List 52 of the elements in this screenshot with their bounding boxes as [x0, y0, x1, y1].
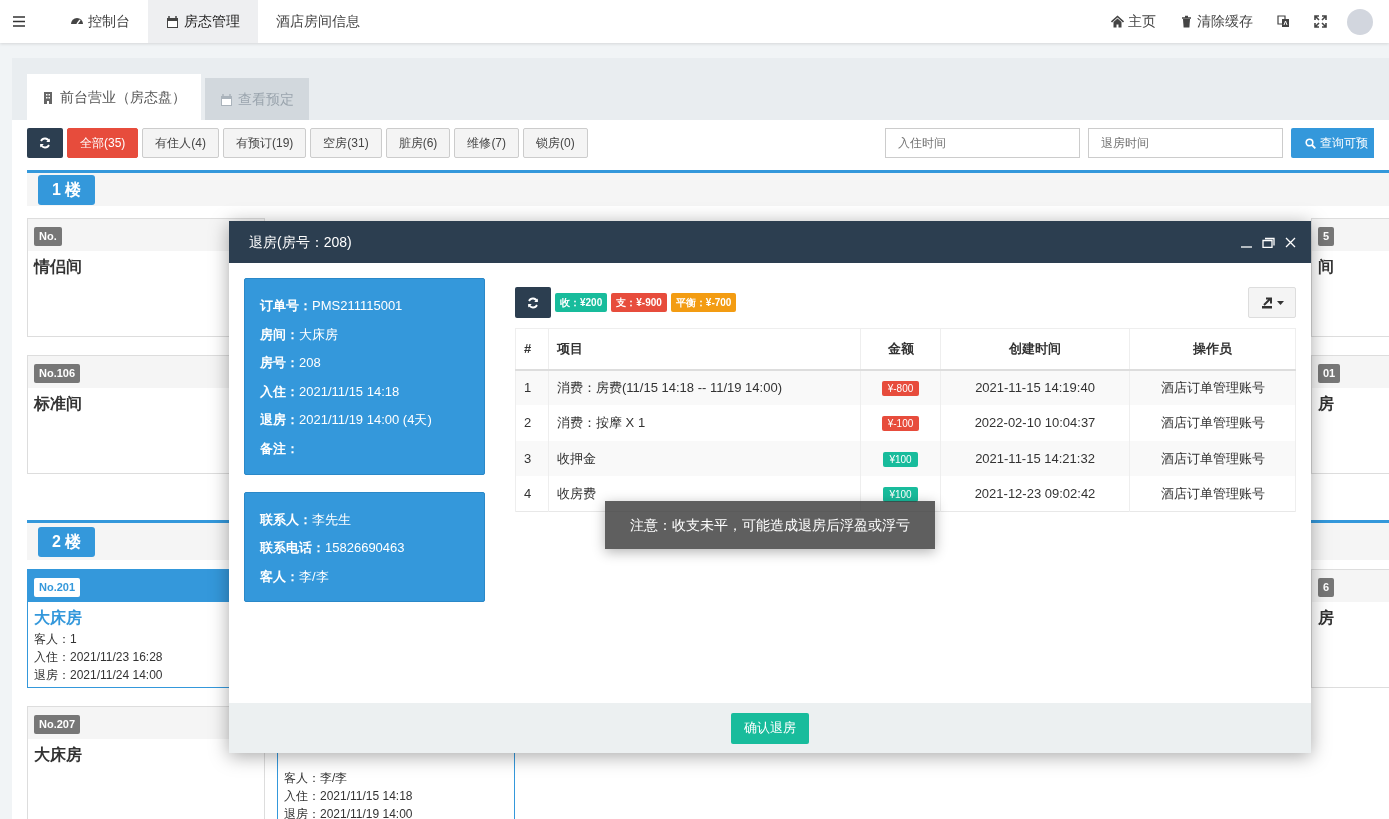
room-number-tag: No.106	[34, 364, 81, 383]
table-cell: 3	[515, 440, 549, 476]
amount-tag: ¥-100	[881, 416, 920, 431]
table-cell: 酒店订单管理账号	[1129, 369, 1296, 405]
summary-badge: 支：¥-900	[611, 293, 667, 312]
room-number-tag: 01	[1318, 364, 1341, 383]
room-number-tag: 5	[1318, 227, 1335, 246]
table-cell: 4	[515, 476, 549, 512]
room-detail: 客人：李/李	[283, 770, 349, 787]
summary-badge: 平衡：¥-700	[670, 293, 737, 312]
table-cell: 收押金	[548, 440, 861, 476]
room-number-tag: No.207	[34, 715, 81, 734]
room-number-tag: No.201	[34, 578, 81, 597]
room-detail: 客人：1	[33, 631, 78, 648]
table-cell: 2021-11-15 14:19:40	[940, 369, 1130, 405]
room-type: 间	[1317, 257, 1335, 277]
column-header: 创建时间	[940, 328, 1130, 370]
room-type: 大床房	[33, 608, 83, 628]
table-cell: 2022-02-10 10:04:37	[940, 405, 1130, 441]
room-detail: 入住：2021/11/15 14:18	[283, 788, 414, 805]
column-header: 金额	[860, 328, 941, 370]
room-detail: 入住：2021/11/23 16:28	[33, 649, 164, 666]
info-line: 联系电话：15826690463	[260, 539, 406, 558]
table-cell: 消费：房费(11/15 14:18 -- 11/19 14:00)	[548, 369, 861, 405]
column-header: 项目	[548, 328, 861, 370]
amount-tag: ¥100	[883, 451, 918, 467]
table-cell: 酒店订单管理账号	[1129, 405, 1296, 441]
floor-label: 1 楼	[38, 174, 96, 205]
room-number-tag: No.	[34, 227, 62, 246]
summary-badge: 收：¥200	[555, 293, 608, 312]
column-header: 操作员	[1129, 328, 1296, 370]
room-type: 大床房	[33, 745, 83, 765]
room-number-tag: 6	[1318, 578, 1335, 597]
floor-label: 2 楼	[38, 526, 96, 557]
amount-tag: ¥-800	[881, 381, 920, 396]
amount-tag: ¥100	[883, 486, 918, 502]
room-detail: 退房：2021/11/19 14:00	[283, 806, 414, 819]
column-header: #	[515, 328, 549, 370]
room-type: 情侣间	[32, 257, 83, 277]
table-cell: 酒店订单管理账号	[1129, 476, 1296, 512]
warning-toast: 注意：收支未平，可能造成退房后浮盈或浮亏	[605, 501, 935, 549]
table-cell: 消费：按摩 X 1	[548, 405, 861, 441]
room-type: 标准间	[32, 394, 83, 414]
table-cell: 2021-12-23 09:02:42	[940, 476, 1130, 512]
table-cell: 2021-11-15 14:21:32	[940, 440, 1130, 476]
table-cell: 2	[515, 405, 549, 441]
room-type: 房	[1317, 394, 1335, 414]
room-type: 房	[1317, 608, 1335, 628]
table-cell: 酒店订单管理账号	[1129, 440, 1296, 476]
room-detail: 退房：2021/11/24 14:00	[33, 667, 164, 684]
table-cell: 1	[515, 369, 549, 405]
info-line: 联系人：李先生	[260, 510, 352, 529]
